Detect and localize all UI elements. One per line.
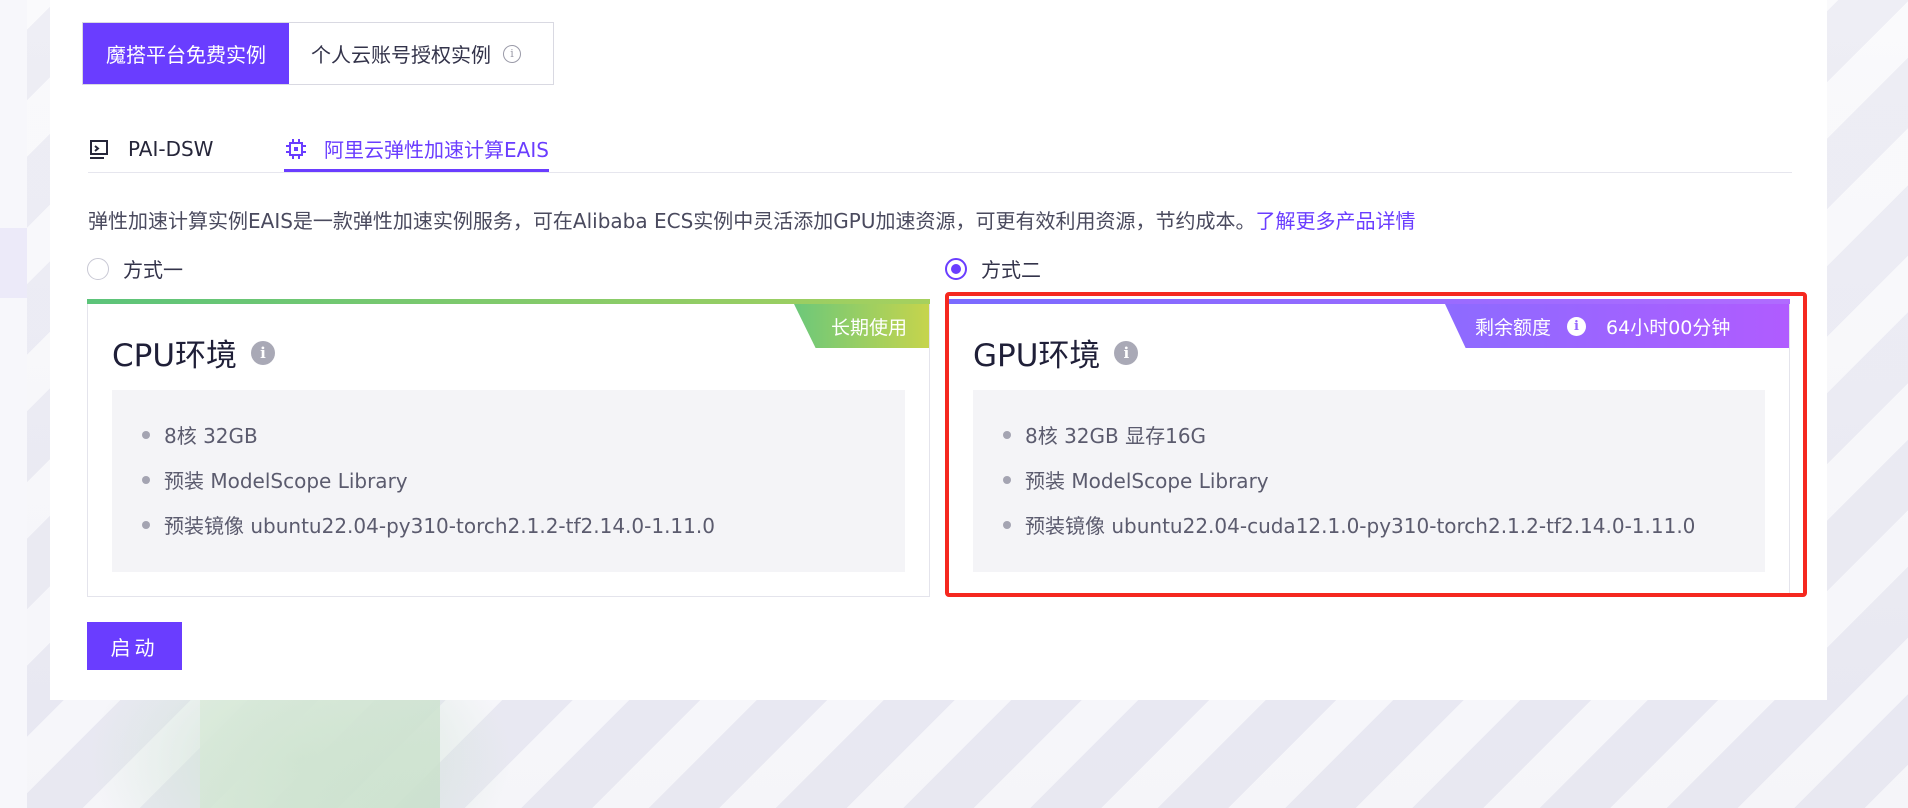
tab-free-instance-label: 魔搭平台免费实例 <box>106 43 266 67</box>
info-icon[interactable]: i <box>503 44 521 63</box>
long-term-badge: 长期使用 <box>794 304 929 348</box>
chip-icon <box>286 138 306 159</box>
spec-text: 8核 32GB <box>164 424 258 448</box>
tab-free-instance[interactable]: 魔搭平台免费实例 <box>83 23 289 84</box>
left-background-block <box>0 228 27 298</box>
gpu-environment-card[interactable]: 剩余额度 i 64小时00分钟 GPU环境 i 8核 32GB 显存16G 预装… <box>948 299 1790 597</box>
tab-eais-label: 阿里云弹性加速计算EAIS <box>324 138 549 162</box>
option-one-radio[interactable]: 方式一 <box>87 254 183 283</box>
card-title: GPU环境 i <box>973 330 1139 375</box>
bullet-icon <box>1003 520 1011 529</box>
tab-personal-account-label: 个人云账号授权实例 <box>311 43 491 67</box>
info-icon[interactable]: i <box>1567 316 1587 336</box>
remaining-quota-badge: 剩余额度 i 64小时00分钟 <box>1445 304 1789 348</box>
long-term-badge-label: 长期使用 <box>830 316 907 339</box>
remaining-quota-label: 剩余额度 <box>1475 316 1552 339</box>
left-background-strip <box>0 0 27 808</box>
bullet-icon <box>142 430 150 439</box>
cpu-title: CPU环境 <box>112 338 238 374</box>
tab-pai-dsw-label: PAI-DSW <box>128 137 214 161</box>
instance-type-tabs: 魔搭平台免费实例 个人云账号授权实例 i <box>82 22 554 85</box>
description-text: 弹性加速计算实例EAIS是一款弹性加速实例服务，可在Alibaba ECS实例中… <box>88 209 1256 233</box>
spec-text: 8核 32GB 显存16G <box>1025 424 1207 448</box>
info-icon[interactable]: i <box>1114 340 1139 365</box>
spec-text: 预装镜像 ubuntu22.04-cuda12.1.0-py310-torch2… <box>1025 514 1696 538</box>
list-item: 预装 ModelScope Library <box>112 457 905 502</box>
tab-pai-dsw[interactable]: PAI-DSW <box>88 128 213 170</box>
list-item: 预装镜像 ubuntu22.04-cuda12.1.0-py310-torch2… <box>973 502 1765 547</box>
spec-list: 8核 32GB 显存16G 预装 ModelScope Library 预装镜像… <box>973 390 1765 572</box>
tab-personal-account-instance[interactable]: 个人云账号授权实例 i <box>289 23 553 84</box>
start-button[interactable]: 启动 <box>87 622 182 670</box>
remaining-quota-value: 64小时00分钟 <box>1606 316 1731 339</box>
cpu-environment-card[interactable]: 长期使用 CPU环境 i 8核 32GB 预装 ModelScope Libra… <box>87 299 930 597</box>
list-item: 预装镜像 ubuntu22.04-py310-torch2.1.2-tf2.14… <box>112 502 905 547</box>
radio-checked[interactable] <box>945 257 967 280</box>
learn-more-link[interactable]: 了解更多产品详情 <box>1255 209 1415 233</box>
spec-list: 8核 32GB 预装 ModelScope Library 预装镜像 ubunt… <box>112 390 905 572</box>
list-item: 预装 ModelScope Library <box>973 457 1765 502</box>
card-accent-bar <box>948 299 1790 304</box>
terminal-icon <box>90 140 108 159</box>
tab-eais[interactable]: 阿里云弹性加速计算EAIS <box>284 128 549 172</box>
card-title: CPU环境 i <box>112 330 276 375</box>
bullet-icon <box>142 520 150 529</box>
list-item: 8核 32GB 显存16G <box>973 412 1765 457</box>
option-two-radio[interactable]: 方式二 <box>945 254 1041 283</box>
card-accent-bar <box>87 299 930 304</box>
radio-unchecked[interactable] <box>87 257 109 280</box>
info-icon[interactable]: i <box>251 340 276 365</box>
list-item: 8核 32GB <box>112 412 905 457</box>
bullet-icon <box>142 475 150 484</box>
spec-text: 预装 ModelScope Library <box>164 469 408 493</box>
background-decoration <box>200 700 440 808</box>
environment-tabs: PAI-DSW 阿里云弹性加速计算EAIS <box>88 128 1792 173</box>
bullet-icon <box>1003 475 1011 484</box>
option-one-label: 方式一 <box>123 258 183 282</box>
option-two-label: 方式二 <box>981 258 1041 282</box>
product-description: 弹性加速计算实例EAIS是一款弹性加速实例服务，可在Alibaba ECS实例中… <box>88 205 1415 234</box>
bullet-icon <box>1003 430 1011 439</box>
gpu-title: GPU环境 <box>973 338 1101 374</box>
spec-text: 预装 ModelScope Library <box>1025 469 1269 493</box>
spec-text: 预装镜像 ubuntu22.04-py310-torch2.1.2-tf2.14… <box>164 514 715 538</box>
